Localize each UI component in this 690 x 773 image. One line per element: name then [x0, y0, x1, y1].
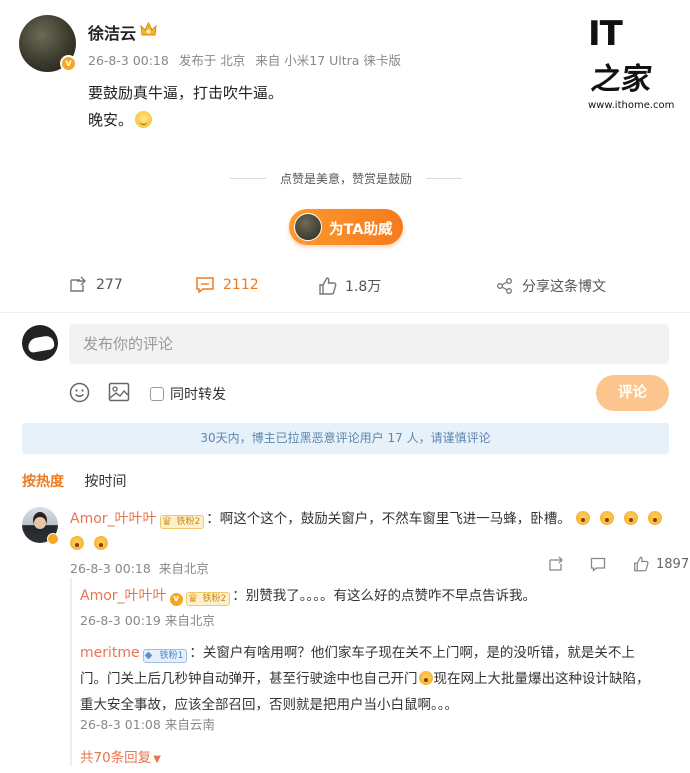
- shocked-emoji-icon: [599, 511, 614, 525]
- fans-badge: 铁粉2: [159, 515, 205, 529]
- comment-button[interactable]: 2112: [195, 276, 259, 294]
- reward-slogan: 点赞是美意，赞赏是鼓励: [230, 170, 462, 187]
- comment-body: Amor_叶叶叶铁粉2：啊这个这个，鼓励关窗户，不然车窗里飞进一马蜂，卧槽。: [70, 507, 670, 557]
- post-location: 发布于 北京: [178, 53, 246, 68]
- comment-time: 26-8-3 00:18: [70, 561, 151, 576]
- comment-input[interactable]: [69, 324, 669, 364]
- sort-by-hot[interactable]: 按热度: [22, 474, 64, 490]
- divider: [0, 312, 690, 313]
- commenter-name[interactable]: Amor_叶叶叶: [70, 511, 157, 527]
- comment-like-count: 1897: [656, 556, 690, 572]
- smile-emoji-icon: [135, 111, 153, 128]
- like-count: 1.8万: [345, 279, 382, 295]
- comment-location: 来自北京: [158, 561, 209, 576]
- repost-button[interactable]: 277: [68, 276, 123, 294]
- support-button-label: 为TA助威: [329, 222, 393, 238]
- shocked-emoji-icon: [575, 511, 590, 525]
- reply-text: ：别赞我了。。。。有这么好的点赞咋不早点告诉我。: [232, 588, 537, 604]
- shocked-emoji-icon: [647, 511, 662, 525]
- shocked-emoji-icon: [623, 511, 638, 525]
- crown-icon: [140, 21, 157, 36]
- logo-it-text: IT: [588, 14, 623, 54]
- reply-user[interactable]: Amor_叶叶叶: [80, 588, 167, 604]
- more-replies-link[interactable]: 共70条回复 ▼: [80, 746, 161, 766]
- shocked-emoji-icon: [94, 536, 108, 550]
- post-line-2-wrap: 晚安。: [88, 107, 283, 134]
- block-notice: 30天内，博主已拉黑恶意评论用户 17 人，请谨慎评论: [22, 423, 669, 454]
- more-replies-label: 共70条回复: [80, 750, 152, 766]
- author-mini-avatar: [294, 213, 322, 241]
- image-upload-icon[interactable]: [108, 382, 130, 402]
- sort-tabs: 按热度 按时间: [22, 471, 126, 491]
- repost-checkbox-label: 同时转发: [170, 387, 226, 403]
- sort-by-time[interactable]: 按时间: [84, 474, 126, 490]
- repost-count: 277: [96, 277, 123, 293]
- comment-icon: [196, 277, 214, 294]
- support-button[interactable]: 为TA助威: [289, 209, 403, 245]
- comment-text: ：啊这个这个，鼓励关窗户，不然车窗里飞进一马蜂，卧槽。: [206, 511, 571, 527]
- comment-tools: 1897: [548, 556, 689, 572]
- logo-url: www.ithome.com: [588, 100, 675, 111]
- post-meta: 26-8-3 00:18 发布于 北京 来自 小米17 Ultra 徕卡版: [88, 50, 407, 69]
- thumbs-up-icon[interactable]: [633, 556, 649, 572]
- verified-icon: v: [60, 55, 77, 72]
- post-device: 来自 小米17 Ultra 徕卡版: [255, 53, 401, 68]
- reply-meta: 26-8-3 00:19 来自北京: [80, 610, 215, 629]
- fans-badge: 铁粉2: [185, 592, 231, 606]
- reply-item: meritme铁粉1：关窗户有啥用啊？他们家车子现在关不上门啊，是的没听错，就是…: [80, 640, 658, 718]
- submit-comment-button[interactable]: 评论: [596, 375, 669, 411]
- checkbox-box[interactable]: [150, 387, 164, 401]
- share-icon: [497, 278, 512, 294]
- verified-icon: [47, 533, 59, 545]
- reply-location: 来自北京: [164, 613, 215, 628]
- reply-item: Amor_叶叶叶v铁粉2：别赞我了。。。。有这么好的点赞咋不早点告诉我。: [80, 584, 670, 609]
- post-line-1: 要鼓励真牛逼，打击吹牛逼。: [88, 84, 284, 102]
- action-bar: 277 2112 1.8万 分享这条博文: [0, 276, 690, 306]
- logo-cn-text: 之家: [589, 62, 654, 97]
- reply-time: 26-8-3 00:19: [80, 613, 161, 628]
- reply-user[interactable]: meritme: [80, 645, 140, 661]
- reply-icon[interactable]: [590, 557, 606, 572]
- fans-badge: 铁粉1: [142, 649, 188, 663]
- repost-checkbox[interactable]: 同时转发: [150, 384, 226, 404]
- thumbs-up-icon: [319, 277, 337, 295]
- post-content: 要鼓励真牛逼，打击吹牛逼。 晚安。: [88, 80, 283, 134]
- emoji-picker-icon[interactable]: [69, 382, 90, 403]
- share-icon[interactable]: [548, 556, 564, 572]
- verified-icon: v: [169, 593, 183, 606]
- share-button[interactable]: 分享这条博文: [496, 276, 606, 296]
- author-name[interactable]: 徐洁云: [88, 20, 136, 44]
- shocked-emoji-icon: [70, 536, 84, 550]
- reply-time: 26-8-3 01:08: [80, 717, 161, 732]
- like-button[interactable]: 1.8万: [318, 276, 381, 296]
- grin-emoji-icon: [418, 671, 433, 685]
- comment-meta: 26-8-3 00:18 来自北京: [70, 558, 213, 577]
- chevron-down-icon: ▼: [153, 754, 161, 765]
- post-line-2: 晚安。: [88, 111, 134, 129]
- post-time[interactable]: 26-8-3 00:18: [88, 53, 169, 68]
- reply-meta: 26-8-3 01:08 来自云南: [80, 714, 215, 733]
- share-label: 分享这条博文: [522, 279, 606, 295]
- comment-count: 2112: [223, 277, 259, 293]
- repost-icon: [70, 276, 86, 292]
- ithome-logo: IT 之家 www.ithome.com: [588, 14, 682, 111]
- my-avatar: [22, 325, 58, 361]
- reply-location: 来自云南: [164, 717, 215, 732]
